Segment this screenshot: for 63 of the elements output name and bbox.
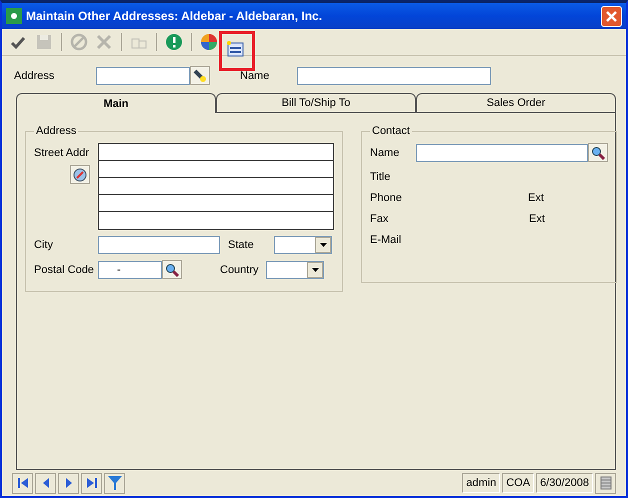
navigation-button[interactable] — [58, 472, 79, 494]
street-address-field[interactable] — [99, 178, 333, 195]
navigation-button[interactable] — [12, 472, 33, 494]
caret-icon — [312, 268, 318, 272]
last-record-icon — [86, 477, 98, 489]
compass-button[interactable] — [70, 165, 90, 184]
field-label: Street Addr — [34, 147, 90, 159]
field-label: Title — [370, 171, 392, 183]
navigation-button[interactable] — [35, 472, 56, 494]
lookup-button[interactable] — [190, 66, 210, 85]
session-date: 6/30/2008 — [536, 473, 593, 493]
user-name: admin — [462, 473, 500, 493]
field-label: Name — [240, 70, 270, 82]
street-address-field[interactable] — [99, 161, 333, 178]
contact-name-field[interactable] — [416, 144, 588, 162]
toolbar-button[interactable] — [198, 31, 220, 53]
field-label: Ext — [528, 192, 544, 204]
tab[interactable]: Main — [16, 93, 216, 113]
postal-code-field[interactable]: - — [98, 260, 162, 278]
city-field[interactable] — [98, 236, 220, 254]
field-label: Country — [220, 264, 260, 276]
first-record-icon — [16, 477, 28, 489]
field-label: Fax — [370, 213, 390, 225]
caret-icon — [320, 243, 326, 247]
lookup-button[interactable] — [588, 143, 608, 162]
close-icon — [94, 32, 114, 52]
flashlight-icon — [193, 68, 207, 82]
close-icon — [606, 10, 617, 22]
tab[interactable]: Bill To/Ship To — [216, 93, 416, 113]
search-icon — [165, 262, 179, 276]
compass-icon — [73, 168, 87, 182]
close-button[interactable] — [601, 6, 622, 26]
database-button[interactable] — [595, 472, 616, 494]
prohibited-icon — [69, 32, 89, 52]
field-label: City — [34, 239, 54, 251]
lookup-button[interactable] — [162, 260, 182, 279]
street-address-field[interactable] — [99, 195, 333, 212]
form-icon — [225, 39, 245, 59]
tab[interactable]: Sales Order — [416, 93, 616, 113]
field-label: Ext — [529, 213, 545, 225]
database-icon — [600, 476, 612, 490]
app-logo-icon — [6, 8, 22, 24]
group-title: Contact — [371, 125, 411, 137]
name-field[interactable] — [297, 66, 491, 84]
field-label: Address — [14, 70, 56, 82]
window-title: Maintain Other Addresses: Aldebar - Aldebaran, Inc. — [26, 9, 324, 23]
street-address-field[interactable] — [99, 212, 333, 229]
field-label: State — [228, 239, 255, 251]
funnel-icon — [108, 476, 122, 490]
field-label: Phone — [370, 192, 403, 204]
address-field[interactable] — [96, 66, 190, 84]
search-icon — [591, 146, 605, 160]
field-label: E-Mail — [370, 234, 402, 246]
field-label: Name — [370, 146, 400, 158]
group-title: Address — [35, 125, 78, 137]
street-address-field[interactable] — [99, 144, 333, 161]
company-code: COA — [502, 473, 534, 493]
state-dropdown[interactable] — [274, 236, 332, 254]
field-label: Postal Code — [34, 264, 95, 276]
country-dropdown[interactable] — [266, 260, 324, 278]
pie-chart-icon — [199, 32, 219, 52]
navigation-button[interactable] — [81, 472, 102, 494]
filter-button[interactable] — [104, 472, 125, 494]
